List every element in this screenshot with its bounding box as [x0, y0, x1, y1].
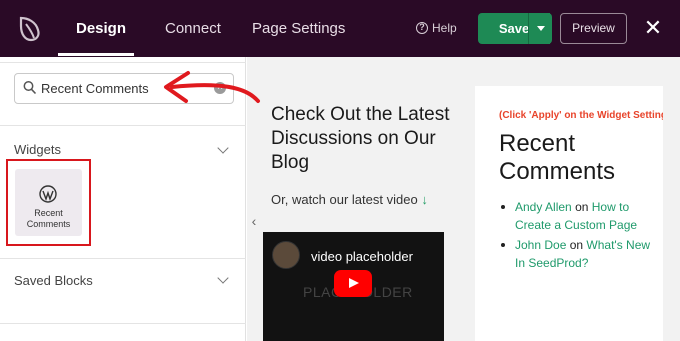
sidebar-divider	[0, 258, 246, 259]
arrow-down-icon: ↓	[421, 192, 428, 207]
video-subtitle-text: Or, watch our latest video	[271, 192, 418, 207]
sidebar-divider	[0, 323, 246, 324]
comment-on-text: on	[569, 238, 584, 252]
comment-author-link[interactable]: John Doe	[515, 238, 566, 252]
page-heading[interactable]: Check Out the Latest Discussions on Our …	[271, 103, 461, 175]
top-bar: Design Connect Page Settings ? Help Save…	[0, 0, 680, 57]
tab-design[interactable]: Design	[76, 20, 126, 37]
tab-connect[interactable]: Connect	[165, 20, 221, 37]
chevron-down-icon[interactable]	[217, 272, 229, 284]
recent-comments-widget[interactable]: Recent Comments	[15, 169, 82, 236]
widget-label-line2: Comments	[26, 219, 71, 229]
video-title: video placeholder	[311, 249, 413, 264]
help-label: Help	[432, 21, 457, 35]
preview-button[interactable]: Preview	[560, 13, 627, 44]
video-subtitle[interactable]: Or, watch our latest video ↓	[271, 192, 428, 207]
channel-avatar	[272, 241, 300, 269]
help-button[interactable]: ? Help	[416, 21, 457, 35]
video-embed[interactable]: PLACEHOLDER video placeholder	[263, 232, 444, 341]
close-icon[interactable]: ✕	[643, 16, 663, 40]
widget-label-line1: Recent	[34, 208, 63, 218]
widget-label: Recent Comments	[15, 208, 82, 230]
play-icon[interactable]	[334, 270, 372, 297]
active-tab-indicator	[58, 53, 134, 56]
section-title-saved-blocks[interactable]: Saved Blocks	[14, 273, 93, 288]
recent-comments-block[interactable]: (Click 'Apply' on the Widget Settings Re…	[475, 86, 663, 341]
sidebar-divider	[0, 125, 246, 126]
section-title-widgets[interactable]: Widgets	[14, 142, 61, 157]
list-item: Andy Allen on How to Create a Custom Pag…	[499, 198, 661, 234]
wordpress-icon	[39, 185, 57, 203]
chevron-down-icon[interactable]	[217, 142, 229, 154]
search-icon	[23, 81, 37, 95]
seedprod-logo-icon[interactable]	[18, 14, 44, 42]
comment-author-link[interactable]: Andy Allen	[515, 200, 572, 214]
annotation-arrow-icon	[164, 71, 260, 103]
search-value: Recent Comments	[41, 81, 149, 96]
comments-list: Andy Allen on How to Create a Custom Pag…	[499, 198, 661, 274]
comment-on-text: on	[575, 200, 589, 214]
apply-note: (Click 'Apply' on the Widget Settings	[499, 110, 663, 121]
save-options-dropdown[interactable]	[528, 13, 552, 44]
list-item: John Doe on What's New In SeedProd?	[499, 236, 661, 272]
help-icon: ?	[416, 22, 428, 34]
tab-page-settings[interactable]: Page Settings	[252, 20, 345, 37]
collapse-sidebar-icon[interactable]: ‹	[247, 210, 261, 232]
recent-comments-title: Recent Comments	[499, 130, 616, 185]
